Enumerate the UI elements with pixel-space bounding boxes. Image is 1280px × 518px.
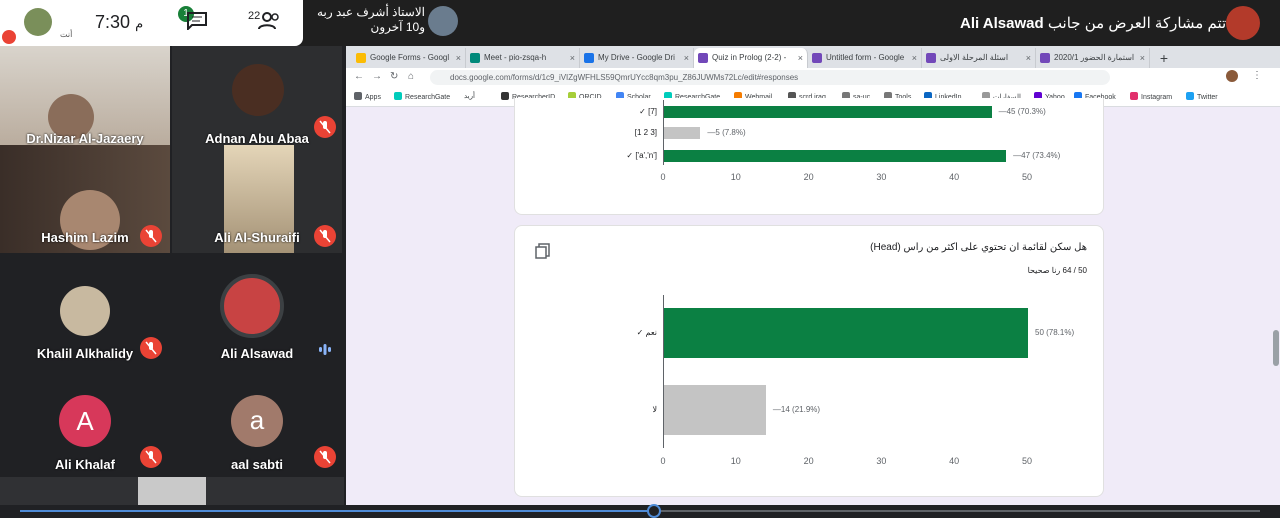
- chat-icon[interactable]: [186, 12, 208, 30]
- self-avatar[interactable]: [24, 8, 52, 36]
- chart-bar: [664, 106, 992, 118]
- mic-off-icon: [140, 225, 162, 247]
- data-label: —45 (70.3%): [998, 107, 1046, 116]
- x-tick-label: 40: [949, 456, 960, 466]
- participant-avatar: [60, 286, 110, 336]
- home-icon[interactable]: ⌂: [408, 71, 414, 82]
- mic-off-icon: [314, 446, 336, 468]
- close-icon: ×: [569, 53, 575, 63]
- participant-tile[interactable]: Khalil Alkhalidy: [0, 256, 170, 364]
- x-tick-label: 0: [660, 172, 666, 182]
- participant-avatar: [220, 274, 284, 338]
- x-tick-label: 30: [876, 172, 887, 182]
- mic-off-icon: [140, 446, 162, 468]
- x-tick-label: 10: [730, 456, 741, 466]
- close-icon: ×: [1139, 53, 1145, 63]
- profile-avatar[interactable]: [1226, 70, 1238, 82]
- browser-tab[interactable]: استمارة الحضور 2020/1 ×: [1036, 48, 1150, 68]
- copy-chart-icon[interactable]: [535, 243, 551, 259]
- participant-tile[interactable]: A Ali Khalaf: [0, 365, 170, 473]
- page-scrollbar[interactable]: [1273, 330, 1279, 366]
- category-label: ✓ نعم: [636, 328, 657, 337]
- scrubber-handle[interactable]: [647, 504, 661, 518]
- mic-off-icon: [140, 337, 162, 359]
- browser-tab[interactable]: Google Forms - Googl ×: [352, 48, 466, 68]
- participant-tile[interactable]: Hashim Lazim: [0, 145, 170, 253]
- participant-avatar: A: [59, 395, 111, 447]
- x-tick-label: 0: [660, 456, 666, 466]
- category-label: ✓ ['a','n']: [626, 151, 657, 160]
- close-icon: ×: [683, 53, 689, 63]
- clock: 7:30 م: [95, 12, 144, 32]
- back-icon[interactable]: ←: [354, 71, 364, 82]
- browser-tab[interactable]: Meet - pio-zsqa-h ×: [466, 48, 580, 68]
- close-icon: ×: [1025, 53, 1031, 63]
- participant-avatar: [232, 64, 284, 116]
- presentation-scrubber[interactable]: [0, 504, 1280, 518]
- category-label: ✓ [7]: [639, 107, 657, 116]
- self-name: أنت: [60, 30, 73, 39]
- pinned-avatar: [428, 6, 458, 36]
- category-label: [1 2 3]: [634, 128, 657, 137]
- x-tick-label: 10: [730, 172, 741, 182]
- bookmark[interactable]: ResearchGate: [394, 92, 450, 101]
- reload-icon[interactable]: ↻: [390, 71, 398, 82]
- video-feed: [138, 477, 206, 505]
- scrubber-fill: [20, 510, 655, 512]
- x-tick-label: 20: [803, 172, 814, 182]
- status-panel: أنت 7:30 م 1 22: [0, 0, 303, 46]
- participant-avatar: a: [231, 395, 283, 447]
- browser-tab[interactable]: اسئلة المرحلة الاولى ×: [922, 48, 1036, 68]
- mic-off-icon: [2, 30, 16, 44]
- x-tick-label: 30: [876, 456, 887, 466]
- browser-tab[interactable]: My Drive - Google Dri ×: [580, 48, 694, 68]
- bookmark[interactable]: Apps: [354, 92, 381, 101]
- x-tick-label: 50: [1021, 456, 1033, 466]
- pinned-participant[interactable]: الاستاذ أشرف عبد ربه و10 آخرون: [310, 5, 425, 35]
- data-label: —5 (7.8%): [707, 128, 746, 137]
- correct-count: 50 / 64 رنا صحيحا: [1027, 266, 1087, 275]
- pinned-name: الاستاذ أشرف عبد ربه: [317, 5, 425, 19]
- chart-bar: [664, 385, 766, 435]
- people-icon[interactable]: [258, 12, 280, 30]
- speaking-indicator-icon: [319, 344, 331, 355]
- x-tick-label: 20: [803, 456, 814, 466]
- browser-tab-active[interactable]: Quiz in Prolog (2-2) - ×: [694, 48, 808, 68]
- x-tick-label: 40: [949, 172, 960, 182]
- address-bar[interactable]: docs.google.com/forms/d/1c9_iVIZgWFHLS59…: [430, 70, 1110, 85]
- tab-strip: Google Forms - Googl × Meet - pio-zsqa-h ×…: [346, 46, 1280, 68]
- mic-off-icon: [314, 116, 336, 138]
- presenting-banner: Ali Alsawad تتم مشاركة العرض من جانب: [960, 15, 1227, 32]
- x-tick-label: 50: [1021, 172, 1033, 182]
- chart-bar: [664, 150, 1007, 162]
- participant-tile[interactable]: Ali Alsawad: [172, 256, 342, 364]
- close-icon: ×: [797, 53, 803, 63]
- chart-bar: [664, 308, 1028, 358]
- participant-tile[interactable]: Adnan Abu Abaa: [172, 46, 342, 154]
- participant-name: Dr.Nizar Al-Jazaery: [26, 131, 144, 146]
- bookmark[interactable]: Instagram: [1130, 92, 1172, 101]
- category-label: لا: [652, 405, 657, 414]
- data-label: 50 (78.1%): [1035, 328, 1075, 337]
- question-title: هل سكن لقائمة ان تحتوي على اكثر من راس (…: [870, 242, 1087, 253]
- participant-tile[interactable]: Ali Al-Shuraifi: [172, 145, 342, 253]
- pinned-others: و10 آخرون: [370, 20, 425, 34]
- data-label: —47 (73.4%): [1013, 151, 1061, 160]
- new-tab-button[interactable]: +: [1154, 48, 1174, 68]
- participant-tile[interactable]: Dr.Nizar Al-Jazaery: [0, 46, 170, 154]
- presenter-avatar: [1226, 6, 1260, 40]
- mic-off-icon: [314, 225, 336, 247]
- close-icon: ×: [911, 53, 917, 63]
- chart-bar: [664, 127, 701, 139]
- menu-icon[interactable]: ⋮: [1252, 70, 1262, 81]
- bookmark[interactable]: Twitter: [1186, 92, 1218, 101]
- participant-name: Ali Alsawad: [220, 346, 294, 361]
- participant-tile[interactable]: a aal sabti: [172, 365, 342, 473]
- close-icon: ×: [455, 53, 461, 63]
- browser-tab[interactable]: Untitled form - Google ×: [808, 48, 922, 68]
- bookmark[interactable]: أريد: [464, 92, 475, 100]
- forward-icon[interactable]: →: [372, 71, 382, 82]
- data-label: —14 (21.9%): [772, 405, 821, 414]
